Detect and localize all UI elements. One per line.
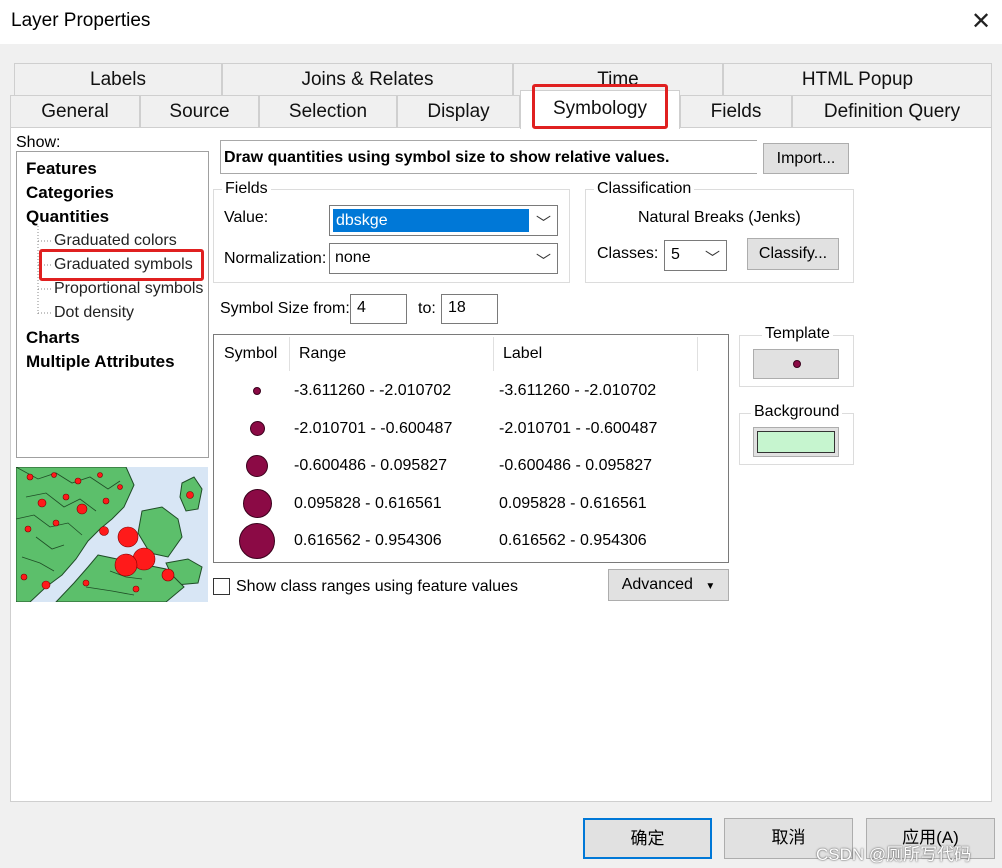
advanced-button[interactable]: Advanced ▼ xyxy=(608,569,729,601)
header-divider xyxy=(493,337,494,371)
window-title: Layer Properties xyxy=(11,10,151,31)
watermark-text: CSDN @厕所写代码 xyxy=(816,845,972,864)
table-header-symbol[interactable]: Symbol xyxy=(224,345,277,363)
show-label: Show: xyxy=(16,134,61,151)
preview-map-image xyxy=(16,467,208,602)
classify-button[interactable]: Classify... xyxy=(747,238,839,270)
description-text: Draw quantities using symbol size to sho… xyxy=(224,149,670,166)
tree-connector-lines xyxy=(37,226,52,314)
class-symbol-icon[interactable] xyxy=(253,387,261,395)
table-cell-range[interactable]: 0.616562 - 0.954306 xyxy=(294,532,442,550)
ok-button[interactable]: 确定 xyxy=(583,818,712,859)
table-cell-label[interactable]: 0.095828 - 0.616561 xyxy=(499,495,647,513)
value-label: Value: xyxy=(224,209,269,226)
fields-group-title: Fields xyxy=(222,180,271,198)
normalization-dropdown[interactable]: none ﹀ xyxy=(329,243,558,274)
tab-labels[interactable]: Labels xyxy=(14,63,222,96)
table-cell-label[interactable]: -0.600486 - 0.095827 xyxy=(499,457,652,475)
tree-item-quantities[interactable]: Quantities xyxy=(26,207,109,227)
background-title: Background xyxy=(751,403,843,421)
header-divider xyxy=(289,337,290,371)
tab-html-popup[interactable]: HTML Popup xyxy=(723,63,992,96)
background-color-fill xyxy=(757,431,835,453)
close-icon[interactable]: ✕ xyxy=(966,8,996,36)
class-symbol-icon[interactable] xyxy=(249,421,265,436)
table-cell-label[interactable]: 0.616562 - 0.954306 xyxy=(499,532,647,550)
import-button[interactable]: Import... xyxy=(763,143,849,174)
classes-value: 5 xyxy=(671,246,680,263)
table-cell-range[interactable]: -2.010701 - -0.600487 xyxy=(294,420,452,438)
class-table xyxy=(213,334,729,563)
tree-item-dot-density[interactable]: Dot density xyxy=(54,304,134,322)
dropdown-arrow-icon: ▼ xyxy=(705,581,716,592)
chevron-down-icon: ﹀ xyxy=(535,253,551,270)
tab-display[interactable]: Display xyxy=(397,95,520,128)
tab-source[interactable]: Source xyxy=(140,95,259,128)
classification-group-title: Classification xyxy=(594,180,695,198)
table-cell-label[interactable]: -2.010701 - -0.600487 xyxy=(499,420,657,438)
value-dropdown[interactable]: dbskge ﹀ xyxy=(329,205,558,236)
normalization-value: none xyxy=(335,249,371,266)
symbol-size-from-label: Symbol Size from: xyxy=(220,300,350,317)
classes-label: Classes: xyxy=(597,245,659,262)
tree-item-graduated-colors[interactable]: Graduated colors xyxy=(54,232,177,250)
active-tab-joint xyxy=(521,124,679,130)
class-symbol-icon[interactable] xyxy=(246,455,268,477)
show-class-ranges-checkbox[interactable] xyxy=(213,578,230,595)
class-symbol-icon[interactable] xyxy=(242,489,272,518)
template-symbol-icon xyxy=(793,360,801,368)
header-divider xyxy=(697,337,698,371)
table-header-label[interactable]: Label xyxy=(503,345,542,363)
chevron-down-icon: ﹀ xyxy=(704,250,720,267)
normalization-label: Normalization: xyxy=(224,250,327,267)
tab-general[interactable]: General xyxy=(10,95,140,128)
classification-method: Natural Breaks (Jenks) xyxy=(638,209,801,226)
symbol-size-to-label: to: xyxy=(418,300,436,317)
class-symbol-icon[interactable] xyxy=(239,523,275,559)
template-swatch[interactable] xyxy=(753,349,839,379)
template-title: Template xyxy=(762,325,833,343)
symbol-size-from-input[interactable]: 4 xyxy=(350,294,407,324)
background-swatch[interactable] xyxy=(753,427,839,457)
tab-selection[interactable]: Selection xyxy=(259,95,397,128)
chevron-down-icon: ﹀ xyxy=(535,215,551,232)
tree-item-categories[interactable]: Categories xyxy=(26,183,114,203)
tab-fields[interactable]: Fields xyxy=(680,95,792,128)
tree-item-graduated-symbols[interactable]: Graduated symbols xyxy=(54,256,193,274)
value-selected-text: dbskge xyxy=(333,209,529,232)
show-class-ranges-label: Show class ranges using feature values xyxy=(236,578,518,595)
tree-item-charts[interactable]: Charts xyxy=(26,328,80,348)
classes-dropdown[interactable]: 5 ﹀ xyxy=(664,240,727,271)
table-cell-range[interactable]: -3.611260 - -2.010702 xyxy=(294,382,451,400)
table-cell-label[interactable]: -3.611260 - -2.010702 xyxy=(499,382,656,400)
table-header-range[interactable]: Range xyxy=(299,345,346,363)
tab-definition-query[interactable]: Definition Query xyxy=(792,95,992,128)
advanced-button-label: Advanced xyxy=(621,576,693,593)
table-cell-range[interactable]: -0.600486 - 0.095827 xyxy=(294,457,447,475)
tree-item-multiple-attributes[interactable]: Multiple Attributes xyxy=(26,352,175,372)
table-cell-range[interactable]: 0.095828 - 0.616561 xyxy=(294,495,442,513)
symbol-size-to-input[interactable]: 18 xyxy=(441,294,498,324)
tree-item-features[interactable]: Features xyxy=(26,159,97,179)
tab-joins-relates[interactable]: Joins & Relates xyxy=(222,63,513,96)
tree-item-proportional-symbols[interactable]: Proportional symbols xyxy=(54,280,203,298)
